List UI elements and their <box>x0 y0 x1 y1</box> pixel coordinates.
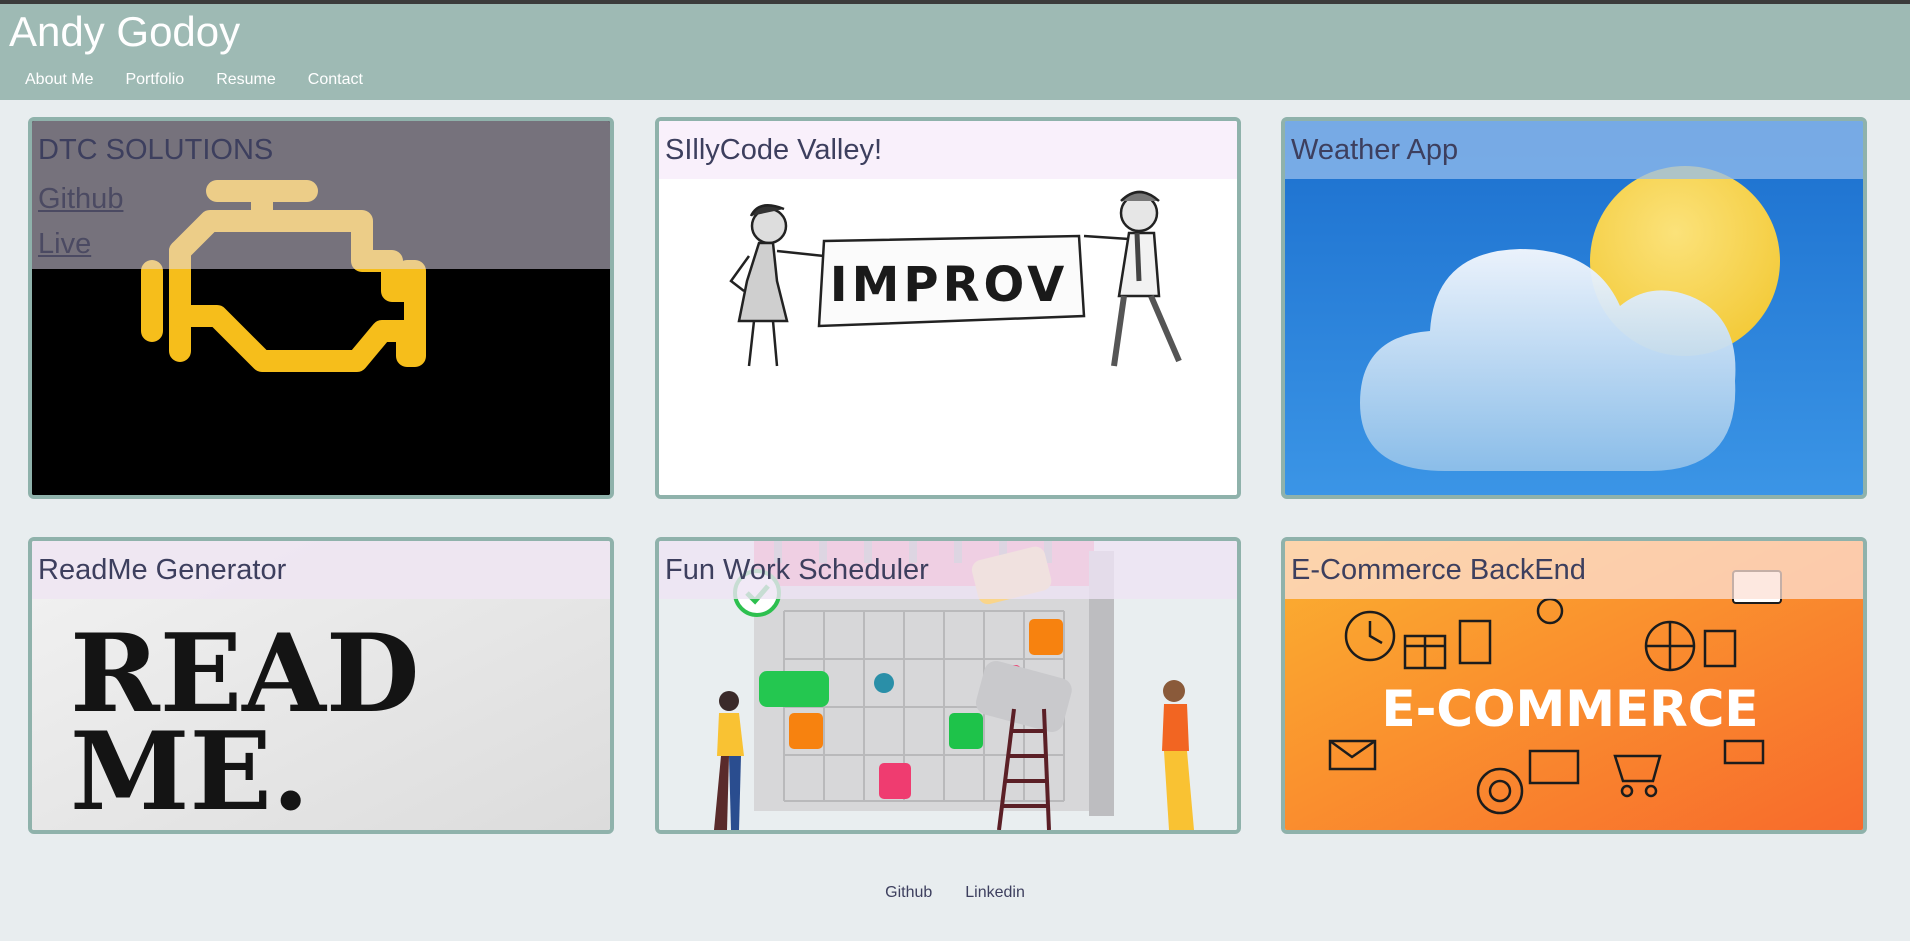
ecommerce-text: E-COMMERCE <box>1381 680 1758 738</box>
nav-portfolio[interactable]: Portfolio <box>125 70 184 90</box>
site-title: Andy Godoy <box>9 8 241 55</box>
project-title: ReadMe Generator <box>38 554 287 586</box>
project-card-sillycode[interactable]: IMPROV SIllyCode Valley! <box>655 117 1241 499</box>
nav-resume[interactable]: Resume <box>216 70 276 90</box>
live-link[interactable]: Live <box>38 222 123 267</box>
project-title: Weather App <box>1291 134 1459 166</box>
project-title: Fun Work Scheduler <box>665 554 929 586</box>
site-footer: Github Linkedin <box>0 884 1910 902</box>
github-link[interactable]: Github <box>38 177 123 222</box>
project-title: E-Commerce BackEnd <box>1291 554 1586 586</box>
project-title: DTC SOLUTIONS <box>38 134 274 166</box>
footer-links: Github Linkedin <box>885 884 1025 902</box>
project-card-scheduler[interactable]: Fun Work Scheduler <box>655 537 1241 834</box>
nav-contact[interactable]: Contact <box>308 70 363 90</box>
improv-text: IMPROV <box>830 257 1068 313</box>
project-card-dtc[interactable]: DTC SOLUTIONS Github Live <box>28 117 614 499</box>
site-header: Andy Godoy About Me Portfolio Resume Con… <box>0 4 1910 100</box>
main-nav: About Me Portfolio Resume Contact <box>25 70 363 90</box>
footer-github-link[interactable]: Github <box>885 884 932 902</box>
project-links: Github Live <box>38 177 123 267</box>
project-card-weather[interactable]: Weather App <box>1281 117 1867 499</box>
nav-about-me[interactable]: About Me <box>25 70 93 90</box>
project-card-readme[interactable]: READ ME. ReadMe Generator <box>28 537 614 834</box>
footer-linkedin-link[interactable]: Linkedin <box>965 884 1025 902</box>
project-card-ecommerce[interactable]: E-COMMERCE E-Commerce BackEnd <box>1281 537 1867 834</box>
readme-text-me: ME. <box>70 709 309 830</box>
project-title: SIllyCode Valley! <box>665 134 883 166</box>
